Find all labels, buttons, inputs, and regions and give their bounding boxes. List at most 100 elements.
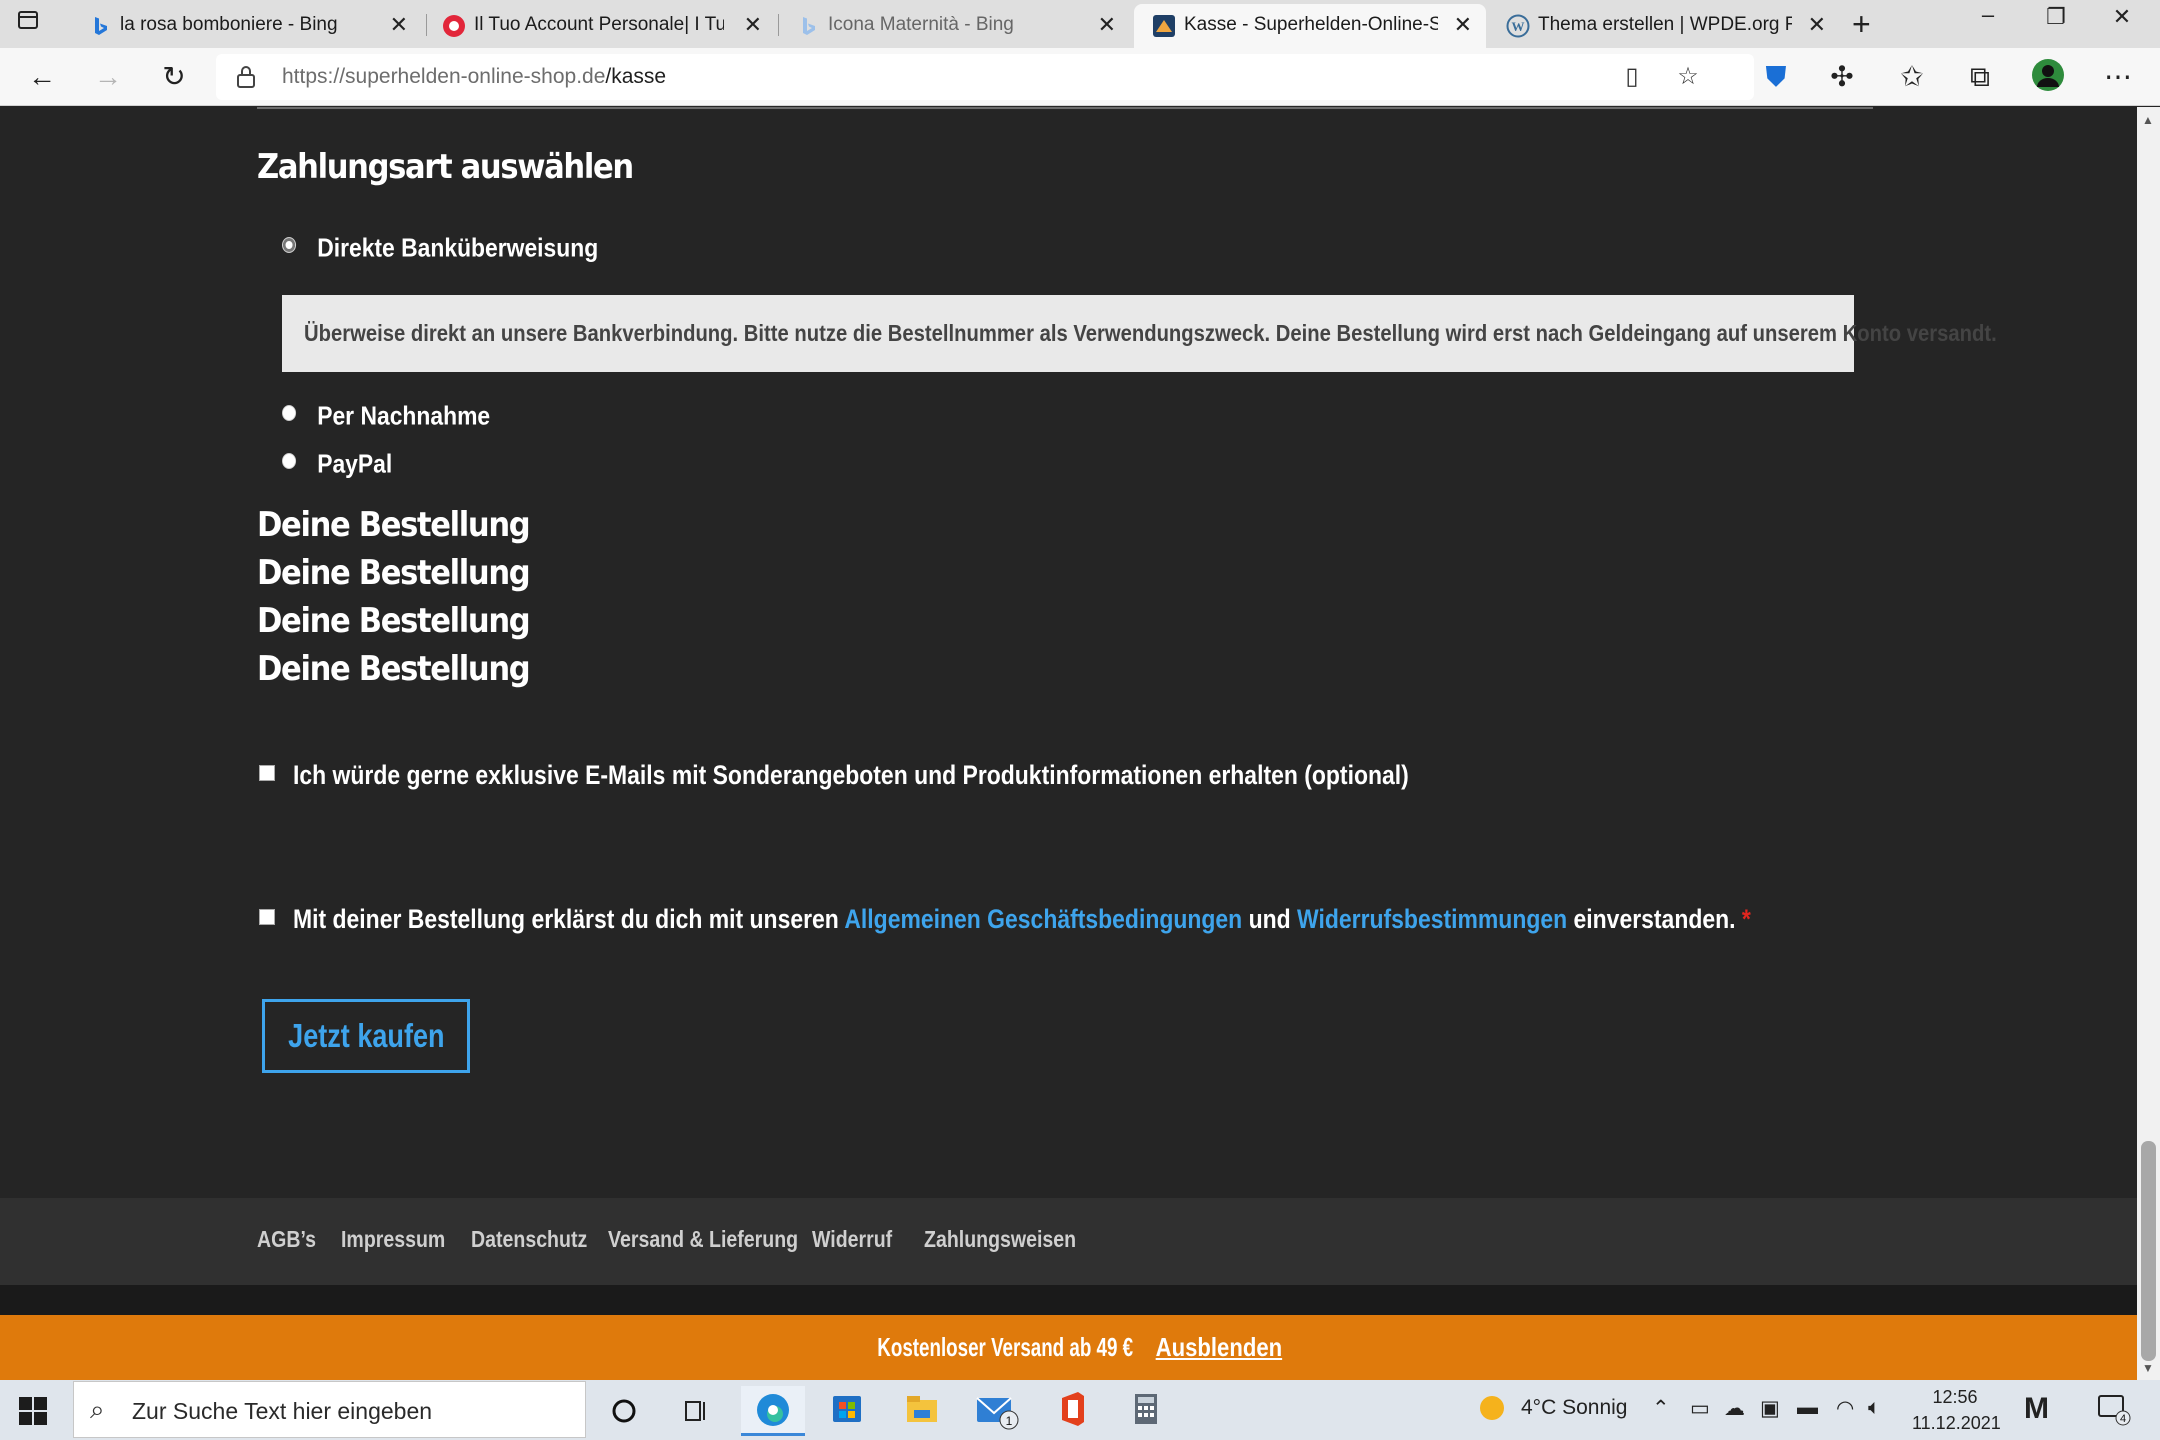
browser-toolbar: ← → ↻ https://superhelden-online-shop.de… (0, 48, 2160, 106)
new-tab-icon[interactable]: + (1852, 6, 1871, 43)
radio-button[interactable] (282, 405, 297, 422)
tab-title: Icona Maternità - Bing (828, 14, 1014, 35)
terms-and: und (1242, 904, 1298, 935)
scroll-up-icon[interactable]: ▲ (2142, 113, 2154, 127)
close-tab-icon[interactable]: ✕ (1808, 12, 1826, 38)
tab-3-active[interactable]: Kasse - Superhelden-Online-Sho ✕ (1134, 4, 1486, 48)
restore-icon[interactable]: ❐ (2034, 4, 2078, 30)
extension-shield-icon[interactable]: ⛊ (1756, 58, 1796, 96)
back-icon[interactable]: ← (22, 58, 62, 96)
add-favorite-icon[interactable]: ☆ (1672, 62, 1704, 92)
payment-option-paypal[interactable]: PayPal (282, 447, 392, 480)
account-icon (442, 14, 466, 38)
notification-center-icon[interactable]: 4 (2096, 1392, 2132, 1432)
buy-now-button[interactable]: Jetzt kaufen (262, 999, 470, 1073)
meet-now-icon[interactable]: ▭ (1690, 1396, 1710, 1421)
cortana-icon[interactable] (592, 1386, 656, 1436)
edge-browser-icon[interactable] (741, 1386, 805, 1436)
bing-icon (796, 14, 820, 38)
mail-badge: 1 (1006, 1414, 1013, 1428)
tab-title: Il Tuo Account Personale| I Tuoi (474, 14, 724, 35)
forward-icon[interactable]: → (88, 58, 128, 96)
tab-1[interactable]: Il Tuo Account Personale| I Tuoi ✕ (424, 4, 776, 48)
agb-link[interactable]: Allgemeinen Geschäftsbedingungen (844, 904, 1242, 934)
scrollbar-thumb[interactable] (2141, 1141, 2156, 1361)
minimize-icon[interactable]: – (1966, 2, 2010, 28)
show-hidden-icons-icon[interactable]: ⌃ (1652, 1396, 1670, 1421)
screen: la rosa bomboniere - Bing ✕ Il Tuo Accou… (0, 0, 2160, 1440)
close-tab-icon[interactable]: ✕ (1098, 12, 1116, 38)
immersive-reader-icon[interactable]: ▯ (1616, 62, 1648, 92)
microsoft-store-icon[interactable] (815, 1386, 879, 1436)
footer-link-zahlungsweisen[interactable]: Zahlungsweisen (924, 1226, 1076, 1253)
tab-2[interactable]: Icona Maternità - Bing ✕ (778, 4, 1130, 48)
tab-actions-icon[interactable] (16, 8, 56, 40)
weather-text[interactable]: 4°C Sonnig (1521, 1396, 1627, 1420)
close-tab-icon[interactable]: ✕ (744, 12, 762, 38)
weather-sun-icon[interactable] (1476, 1392, 1508, 1430)
windows-taskbar: ⌕ Zur Suche Text hier eingeben 1 4°C Son… (0, 1380, 2160, 1440)
task-view-icon[interactable] (664, 1386, 728, 1436)
scroll-down-icon[interactable]: ▼ (2142, 1361, 2154, 1375)
calculator-icon[interactable] (1114, 1386, 1178, 1436)
close-tab-icon[interactable]: ✕ (390, 12, 408, 38)
newsletter-label: Ich würde gerne exklusive E-Mails mit So… (293, 760, 1409, 791)
notice-dismiss-link[interactable]: Ausblenden (1156, 1332, 1282, 1362)
footer-link-widerruf[interactable]: Widerruf (812, 1226, 892, 1253)
notification-count: 4 (2120, 1413, 2126, 1425)
footer-link-datenschutz[interactable]: Datenschutz (471, 1226, 587, 1253)
payment-option-cod[interactable]: Per Nachnahme (282, 399, 490, 432)
newsletter-checkbox[interactable] (259, 764, 275, 781)
tab-0[interactable]: la rosa bomboniere - Bing ✕ (70, 4, 422, 48)
newsletter-checkbox-row[interactable]: Ich würde gerne exklusive E-Mails mit So… (259, 759, 1606, 791)
payment-option-label: PayPal (317, 448, 393, 479)
lock-icon[interactable] (236, 65, 256, 89)
shipping-notice-bar: Kostenloser Versand ab 49 € Ausblenden (0, 1315, 2137, 1380)
windows-start-icon[interactable] (18, 1396, 48, 1426)
footer-link-agb[interactable]: AGB’s (257, 1226, 316, 1253)
mail-icon[interactable]: 1 (964, 1386, 1028, 1436)
radio-button-selected[interactable] (282, 237, 297, 254)
profile-avatar[interactable] (2028, 58, 2068, 96)
wifi-icon[interactable]: ◠ (1836, 1396, 1854, 1421)
refresh-icon[interactable]: ↻ (154, 58, 194, 96)
taskbar-search-box[interactable]: ⌕ Zur Suche Text hier eingeben (73, 1381, 586, 1438)
onedrive-icon[interactable]: ☁ (1724, 1396, 1745, 1421)
page-scrollbar[interactable]: ▲ ▼ (2137, 107, 2160, 1380)
terms-checkbox-row[interactable]: Mit deiner Bestellung erklärst du dich m… (259, 903, 2008, 935)
bank-transfer-description: Überweise direkt an unsere Bankverbindun… (282, 295, 1997, 372)
file-explorer-icon[interactable] (890, 1386, 954, 1436)
payment-option-label: Direkte Banküberweisung (317, 232, 599, 263)
close-window-icon[interactable]: ✕ (2100, 4, 2144, 30)
order-heading: Deine Bestellung (257, 553, 531, 593)
favorites-icon[interactable]: ✩ (1892, 58, 1932, 96)
terms-prefix: Mit deiner Bestellung erklärst du dich m… (293, 904, 845, 935)
address-bar[interactable]: https://superhelden-online-shop.de/kasse… (216, 54, 1754, 100)
battery-icon[interactable]: ▬ (1797, 1396, 1818, 1420)
app-m-icon[interactable]: M (2024, 1392, 2049, 1426)
volume-icon[interactable]: 🔈︎ (1868, 1396, 1881, 1420)
payment-heading: Zahlungsart auswählen (257, 147, 634, 187)
tab-4[interactable]: W Thema erstellen | WPDE.org Fon ✕ (1488, 4, 1840, 48)
footer-link-versand[interactable]: Versand & Lieferung (608, 1226, 798, 1253)
display-icon[interactable]: ▣ (1760, 1396, 1780, 1421)
checkout-page: Zahlungsart auswählen Direkte Banküberwe… (0, 107, 2137, 1380)
close-tab-icon[interactable]: ✕ (1454, 12, 1472, 38)
office-icon[interactable] (1040, 1386, 1104, 1436)
order-heading: Deine Bestellung (257, 601, 531, 641)
collections-icon[interactable]: ⧉ (1960, 58, 2000, 96)
terms-checkbox[interactable] (259, 908, 275, 925)
widerruf-link[interactable]: Widerrufsbestimmungen (1297, 904, 1567, 934)
extensions-icon[interactable]: ✣ (1822, 58, 1862, 96)
tab-title: Kasse - Superhelden-Online-Sho (1184, 14, 1438, 35)
taskbar-search-placeholder: Zur Suche Text hier eingeben (132, 1398, 433, 1424)
radio-button[interactable] (282, 453, 297, 470)
required-marker: * (1741, 904, 1751, 935)
more-options-icon[interactable]: ⋯ (2098, 58, 2138, 96)
payment-option-bank[interactable]: Direkte Banküberweisung (282, 231, 598, 264)
clock[interactable]: 12:56 11.12.2021 (1912, 1384, 2001, 1436)
browser-tab-strip: la rosa bomboniere - Bing ✕ Il Tuo Accou… (0, 0, 2160, 48)
notice-text: Kostenloser Versand ab 49 € (877, 1332, 1134, 1362)
footer-link-impressum[interactable]: Impressum (341, 1226, 445, 1253)
url-text[interactable]: https://superhelden-online-shop.de/kasse (282, 65, 666, 89)
